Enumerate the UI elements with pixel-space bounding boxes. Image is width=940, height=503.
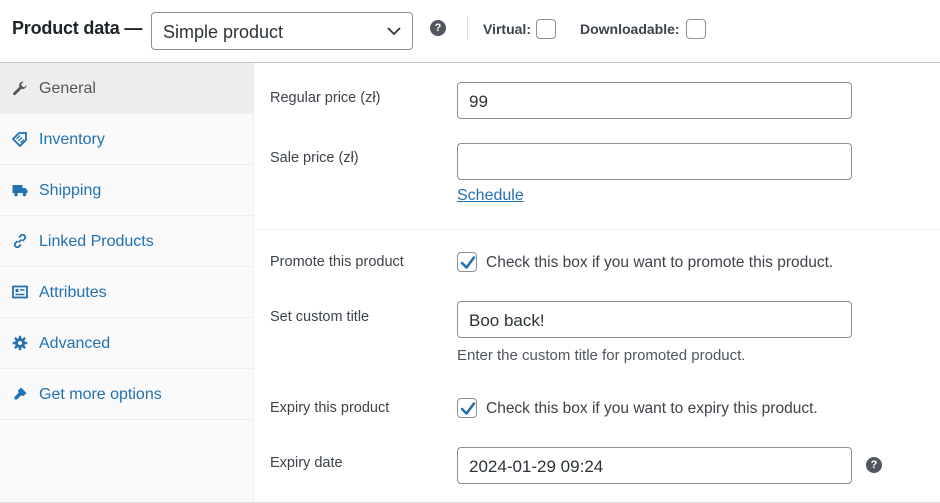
- tab-label: Inventory: [39, 131, 105, 148]
- custom-title-value: Boo back!: [469, 311, 545, 330]
- truck-icon: [12, 185, 28, 197]
- tab-advanced[interactable]: Advanced: [0, 318, 253, 369]
- expiry-date-value: 2024-01-29 09:24: [469, 457, 604, 476]
- downloadable-label: Downloadable:: [580, 21, 680, 37]
- downloadable-checkbox[interactable]: [686, 19, 706, 39]
- virtual-label: Virtual:: [483, 21, 531, 37]
- product-type-select[interactable]: Simple product: [151, 12, 413, 50]
- product-data-tabs: General Inventory Shipping Linked Produc…: [0, 63, 254, 503]
- expiry-description: Check this box if you want to expiry thi…: [486, 400, 818, 417]
- tab-general[interactable]: General: [0, 63, 253, 114]
- tab-inventory[interactable]: Inventory: [0, 114, 253, 165]
- custom-title-description: Enter the custom title for promoted prod…: [457, 347, 746, 364]
- sale-price-input[interactable]: [457, 143, 852, 180]
- link-icon: [13, 233, 27, 249]
- question-circle-icon[interactable]: ?: [430, 20, 446, 36]
- tag-icon: [12, 132, 27, 147]
- chevron-down-icon: [387, 27, 401, 36]
- custom-title-input[interactable]: Boo back!: [457, 301, 852, 338]
- header-separator: [467, 16, 468, 40]
- tab-label: Linked Products: [39, 233, 154, 250]
- regular-price-label: Regular price (zł): [270, 90, 381, 106]
- sale-price-label: Sale price (zł): [270, 150, 359, 166]
- tab-label: Advanced: [39, 335, 111, 352]
- tab-attributes[interactable]: Attributes: [0, 267, 253, 318]
- general-options-panel: [254, 63, 940, 503]
- question-circle-icon[interactable]: ?: [866, 457, 882, 473]
- schedule-link[interactable]: Schedule: [457, 187, 524, 205]
- tab-label: General: [39, 80, 96, 97]
- tab-get-more-options[interactable]: Get more options: [0, 369, 253, 420]
- tab-label: Get more options: [39, 386, 162, 403]
- promote-checkbox[interactable]: [457, 252, 477, 272]
- checkmark-icon: [460, 402, 476, 415]
- product-type-value: Simple product: [163, 22, 284, 42]
- regular-price-value: 99: [469, 92, 488, 111]
- list-card-icon: [12, 285, 28, 299]
- expiry-date-input[interactable]: 2024-01-29 09:24: [457, 447, 852, 484]
- product-data-header: Product data — Simple product ? Virtual:…: [0, 0, 940, 63]
- expiry-label: Expiry this product: [270, 400, 390, 416]
- expiry-date-label: Expiry date: [270, 455, 343, 471]
- tab-label: Shipping: [39, 182, 102, 199]
- product-data-title: Product data —: [12, 18, 143, 38]
- virtual-checkbox[interactable]: [536, 19, 556, 39]
- section-divider: [255, 229, 940, 230]
- custom-title-label: Set custom title: [270, 309, 370, 325]
- tab-linked-products[interactable]: Linked Products: [0, 216, 253, 267]
- promote-label: Promote this product: [270, 254, 404, 270]
- expiry-checkbox[interactable]: [457, 398, 477, 418]
- plugin-icon: [14, 387, 27, 400]
- tab-shipping[interactable]: Shipping: [0, 165, 253, 216]
- promote-description: Check this box if you want to promote th…: [486, 254, 834, 271]
- wrench-icon: [13, 81, 27, 96]
- checkmark-icon: [460, 256, 476, 269]
- regular-price-input[interactable]: 99: [457, 82, 852, 119]
- gear-icon: [12, 335, 28, 351]
- tab-label: Attributes: [39, 284, 107, 301]
